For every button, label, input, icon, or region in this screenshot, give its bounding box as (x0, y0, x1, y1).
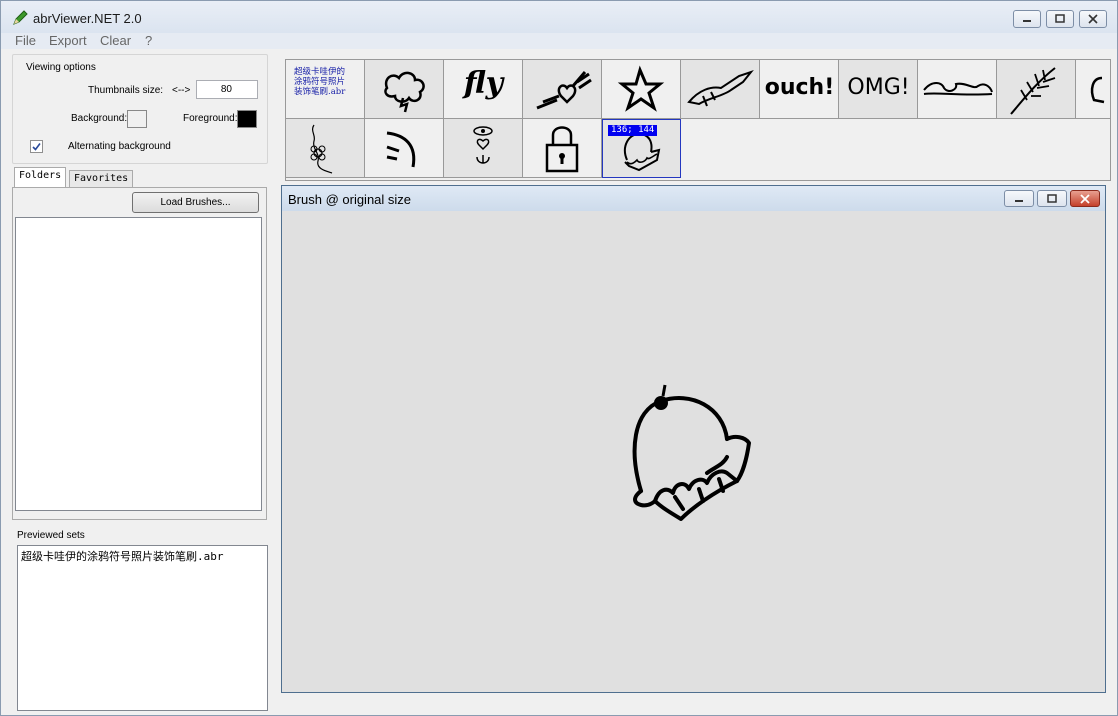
close-button[interactable] (1079, 10, 1107, 28)
fly-word: fly (463, 66, 504, 101)
viewing-options-legend: Viewing options (25, 62, 97, 73)
menu-file[interactable]: File (15, 33, 36, 49)
thumbnail-wave[interactable] (918, 60, 997, 119)
alternating-background-checkbox[interactable] (30, 140, 43, 153)
thumbnail-creature[interactable] (681, 60, 760, 119)
flower-icon (310, 124, 333, 174)
pencil-icon (11, 9, 29, 27)
thumbnail-flower[interactable] (286, 119, 365, 178)
previewed-sets-list[interactable]: 超级卡哇伊的涂鸦符号照片装饰笔刷.abr (17, 545, 268, 711)
smile-icon (386, 131, 416, 168)
previewed-sets-label: Previewed sets (17, 530, 85, 541)
partial-icon (1090, 76, 1105, 104)
restore-button[interactable] (1046, 10, 1074, 28)
menu-export[interactable]: Export (49, 33, 87, 49)
thumbnail-partial[interactable] (1076, 60, 1110, 119)
brush-preview-window: Brush @ original size (281, 185, 1106, 693)
preview-restore-button[interactable] (1037, 190, 1067, 207)
eye-heart-icon (473, 126, 493, 164)
menu-help[interactable]: ? (145, 33, 152, 49)
checkmark-icon (32, 143, 41, 151)
foreground-label: Foreground: (183, 113, 238, 124)
minimize-icon (1015, 199, 1023, 202)
close-icon (1080, 193, 1090, 204)
cupcake-brush-preview (632, 384, 751, 521)
thumbnail-feather[interactable] (997, 60, 1076, 119)
restore-icon (1055, 14, 1065, 23)
tab-favorites[interactable]: Favorites (69, 170, 134, 187)
thumbnail-cloud[interactable] (365, 60, 444, 119)
load-brushes-button[interactable]: Load Brushes... (132, 192, 259, 213)
preview-minimize-button[interactable] (1004, 190, 1034, 207)
foreground-color-swatch[interactable] (237, 110, 257, 128)
winged-heart-icon (536, 71, 592, 110)
close-icon (1088, 14, 1098, 24)
tab-folders[interactable]: Folders (14, 167, 67, 187)
feather-icon (1010, 67, 1056, 115)
padlock-icon (545, 126, 579, 173)
background-color-swatch[interactable] (127, 110, 147, 128)
thumbnail-omg[interactable]: OMG! (839, 60, 918, 119)
background-label: Background: (71, 113, 128, 124)
folder-tree[interactable] (15, 217, 262, 511)
main-window: abrViewer.NET 2.0 File Export Clear ? Vi… (0, 0, 1118, 716)
menu-clear[interactable]: Clear (100, 33, 131, 49)
coordinate-readout: 136; 144 (608, 125, 658, 136)
thumbnails-size-input[interactable]: 80 (196, 80, 258, 99)
menu-bar: File Export Clear ? (1, 33, 1117, 49)
thumbnail-fly[interactable]: fly (444, 60, 523, 119)
star-icon (617, 65, 665, 112)
thumbnail-star[interactable] (602, 60, 681, 119)
preview-close-button[interactable] (1070, 190, 1100, 207)
thumbnails-size-label: Thumbnails size: (88, 85, 164, 96)
window-title: abrViewer.NET 2.0 (33, 11, 142, 26)
ouch-word: ouch! (764, 75, 835, 100)
restore-icon (1047, 193, 1057, 203)
preview-title-bar: Brush @ original size (282, 186, 1105, 211)
set-name-text: 超级卡哇伊的 涂鸦符号照片 装饰笔刷.abr (294, 67, 346, 97)
list-item[interactable]: 超级卡哇伊的涂鸦符号照片装饰笔刷.abr (21, 548, 224, 564)
title-bar: abrViewer.NET 2.0 (1, 1, 1117, 33)
minimize-icon (1023, 20, 1031, 22)
thumbnail-padlock[interactable] (523, 119, 602, 178)
thumbnail-eye-heart[interactable] (444, 119, 523, 178)
cloud-icon (384, 71, 425, 113)
brush-thumbnails: 超级卡哇伊的 涂鸦符号照片 装饰笔刷.abr fly ouch! OMG! 13… (285, 59, 1111, 181)
thumbnail-cupcake[interactable]: 136; 144 (602, 119, 681, 178)
alternating-background-label: Alternating background (68, 141, 171, 152)
thumbnail-set-name[interactable]: 超级卡哇伊的 涂鸦符号照片 装饰笔刷.abr (286, 60, 365, 119)
wave-icon (923, 82, 993, 96)
thumbnail-smile[interactable] (365, 119, 444, 178)
omg-word: OMG! (847, 75, 910, 100)
preview-window-title: Brush @ original size (288, 192, 412, 207)
thumbnail-ouch[interactable]: ouch! (760, 60, 839, 119)
brush-canvas[interactable] (283, 211, 1104, 691)
thumbnail-winged-heart[interactable] (523, 60, 602, 119)
flying-creature-icon (687, 69, 754, 107)
resize-arrow-label: <--> (172, 85, 191, 96)
minimize-button[interactable] (1013, 10, 1041, 28)
